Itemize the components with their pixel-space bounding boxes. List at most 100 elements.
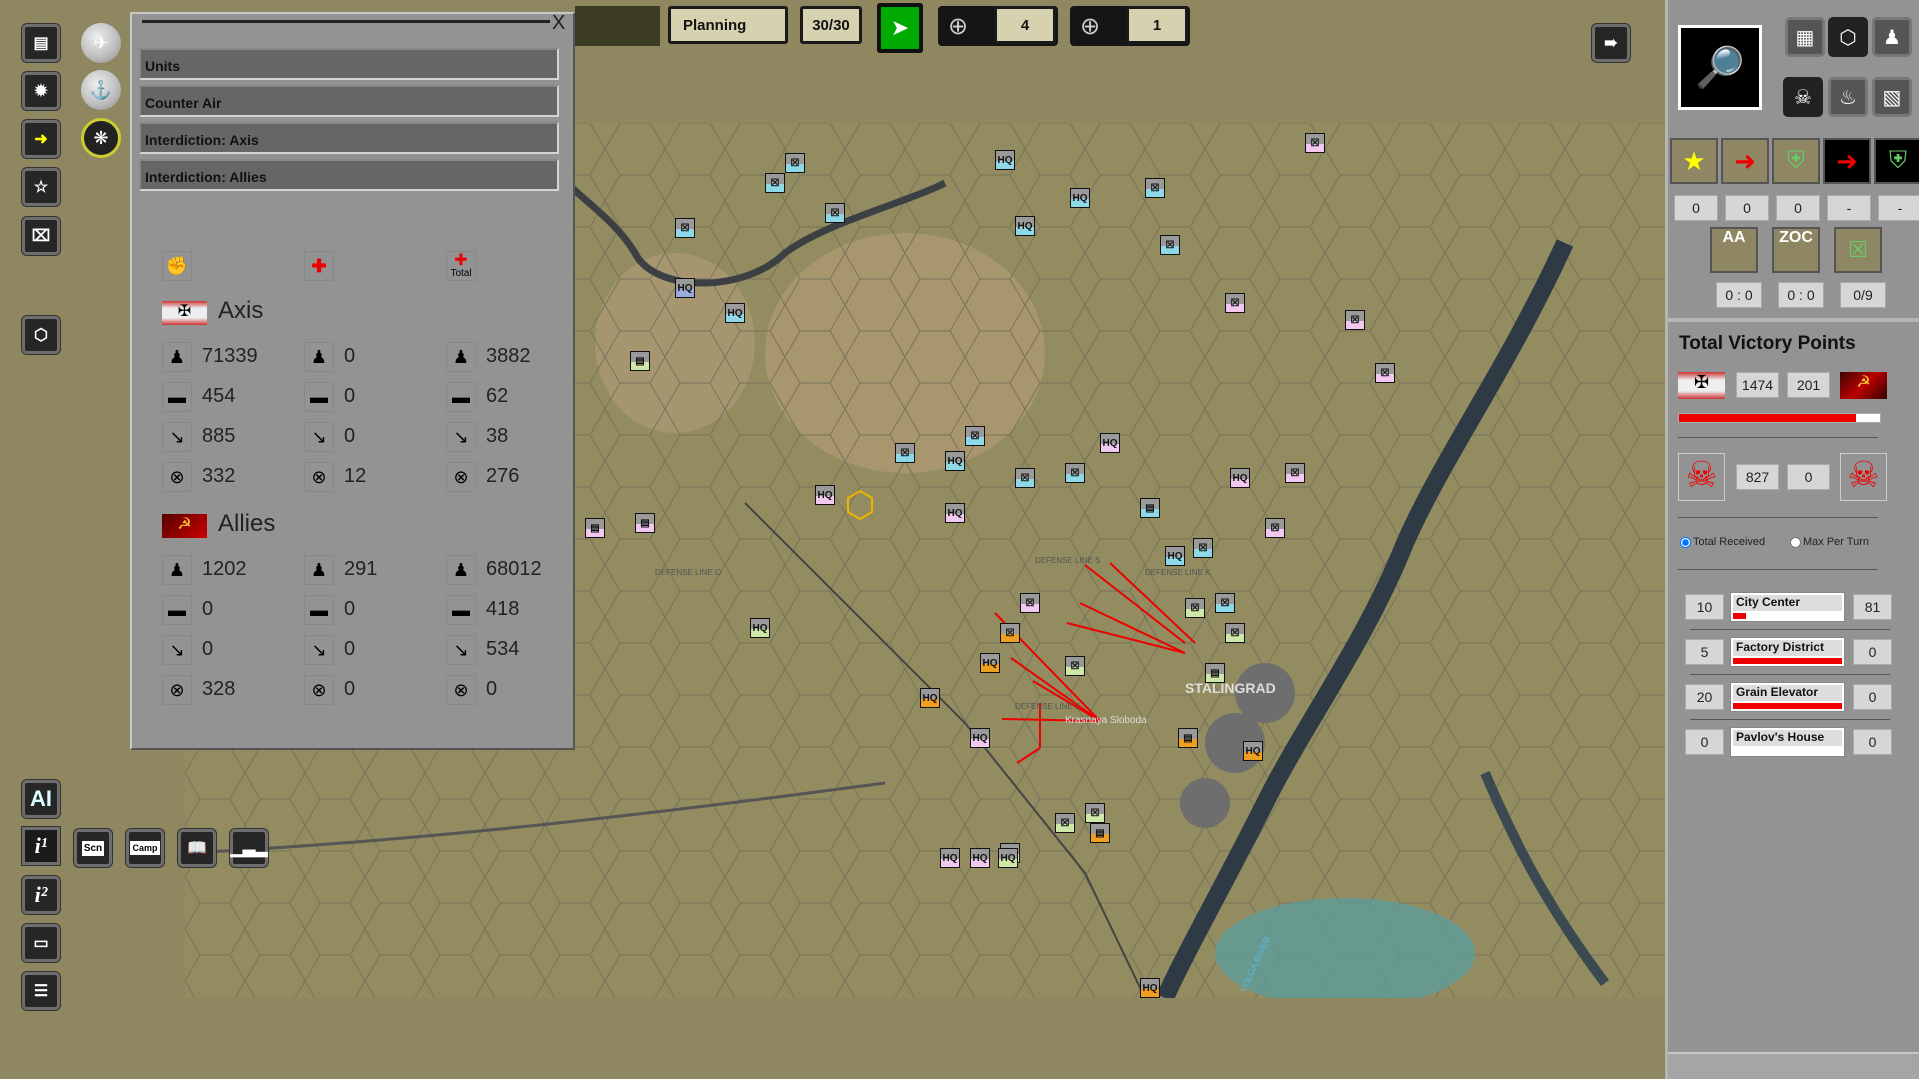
move-button[interactable]: ➜ xyxy=(22,120,60,158)
unit-counter[interactable]: HQ xyxy=(980,653,1000,673)
end-turn-button[interactable]: ➤ xyxy=(877,3,923,53)
unit-counter[interactable]: ▤ xyxy=(630,351,650,371)
unit-counter[interactable]: HQ xyxy=(995,150,1015,170)
menu-interdiction-axis[interactable]: Interdiction: Axis xyxy=(139,122,559,154)
unit-counter[interactable]: HQ xyxy=(1230,468,1250,488)
unit-counter[interactable]: ☒ xyxy=(1375,363,1395,383)
unit-counter[interactable]: ▤ xyxy=(635,513,655,533)
city-label: STALINGRAD xyxy=(1185,680,1276,696)
unit-counter[interactable]: ☒ xyxy=(1265,518,1285,538)
unit-counter[interactable]: HQ xyxy=(1070,188,1090,208)
statistics-button[interactable]: ▁▃▂ xyxy=(230,829,268,867)
unit-counter[interactable]: HQ xyxy=(725,303,745,323)
manual-button[interactable]: 📖 xyxy=(178,829,216,867)
air-attack-button[interactable]: ➜ xyxy=(1823,138,1871,184)
unit-counter[interactable]: ☒ xyxy=(965,426,985,446)
unit-counter[interactable]: ☒ xyxy=(1145,178,1165,198)
unit-counter[interactable]: HQ xyxy=(1140,978,1160,998)
unit-counter[interactable]: HQ xyxy=(1100,433,1120,453)
report-button[interactable]: ▤ xyxy=(22,24,60,62)
unit-counter[interactable]: HQ xyxy=(1243,741,1263,761)
unit-counter[interactable]: HQ xyxy=(815,485,835,505)
unit-counter[interactable]: ☒ xyxy=(825,203,845,223)
unit-counter[interactable]: ☒ xyxy=(1225,293,1245,313)
units-defend-button[interactable]: ⛨ xyxy=(1772,138,1820,184)
unit-counter[interactable]: HQ xyxy=(970,848,990,868)
menu-units[interactable]: Units xyxy=(139,48,559,80)
unit-counter[interactable]: HQ xyxy=(1165,546,1185,566)
objective-item[interactable]: City Center xyxy=(1731,593,1844,621)
unit-counter[interactable]: HQ xyxy=(750,618,770,638)
hex-info-button[interactable]: ⬡ xyxy=(22,316,60,354)
scenario-button[interactable]: Scn xyxy=(74,829,112,867)
stat-value: 454 xyxy=(202,385,236,407)
map-button[interactable]: ▦ xyxy=(1785,17,1825,57)
ai-button[interactable]: AI xyxy=(22,780,60,818)
unit-counter[interactable]: ☒ xyxy=(675,218,695,238)
unit-counter[interactable]: ☒ xyxy=(1085,803,1105,823)
star-button[interactable]: ☆ xyxy=(22,168,60,206)
unit-counter[interactable]: ☒ xyxy=(1055,813,1075,833)
radio-total-received[interactable]: Total Received xyxy=(1680,536,1765,548)
unit-counter[interactable]: ☒ xyxy=(1215,593,1235,613)
info2-button[interactable]: i² xyxy=(22,876,60,914)
unit-counter[interactable]: ▤ xyxy=(585,518,605,538)
unit-counter[interactable]: ☒ xyxy=(1305,133,1325,153)
air-mode-button[interactable]: ✈ xyxy=(81,23,121,63)
objective-item[interactable]: Factory District xyxy=(1731,638,1844,666)
unit-counter[interactable]: ▤ xyxy=(1178,728,1198,748)
unit-counter[interactable]: ☒ xyxy=(1193,538,1213,558)
soldier-button[interactable]: ♟ xyxy=(1872,17,1912,57)
unit-counter[interactable]: ☒ xyxy=(1065,656,1085,676)
combat-button[interactable]: ✹ xyxy=(22,72,60,110)
unit-counter[interactable]: ☒ xyxy=(1345,310,1365,330)
unit-counter[interactable]: HQ xyxy=(945,451,965,471)
objective-item[interactable]: Grain Elevator xyxy=(1731,683,1844,711)
unit-counter[interactable]: HQ xyxy=(1015,216,1035,236)
naval-mode-button[interactable]: ⚓ xyxy=(81,70,121,110)
unit-counter[interactable]: ▤ xyxy=(1090,823,1110,843)
unit-counter[interactable]: ☒ xyxy=(1020,593,1040,613)
settings-button[interactable]: ☰ xyxy=(22,972,60,1010)
unit-counter[interactable]: ☒ xyxy=(1015,468,1035,488)
unit-counter[interactable]: HQ xyxy=(970,728,990,748)
unit-counter[interactable]: ▤ xyxy=(1205,663,1225,683)
campaign-button[interactable]: Camp xyxy=(126,829,164,867)
unit-counter[interactable]: HQ xyxy=(675,278,695,298)
unit-counter[interactable]: HQ xyxy=(998,848,1018,868)
menu-counter-air[interactable]: Counter Air xyxy=(139,85,559,117)
stack-button[interactable]: ☒ xyxy=(1834,227,1882,273)
menu-interdiction-allies[interactable]: Interdiction: Allies xyxy=(139,159,559,191)
unit-counter[interactable]: HQ xyxy=(940,848,960,868)
fortification-button[interactable]: ▧ xyxy=(1872,77,1912,117)
losses-button[interactable]: ☠ xyxy=(1783,77,1823,117)
unit-counter[interactable]: ☒ xyxy=(785,153,805,173)
zoc-button[interactable]: ZOC xyxy=(1772,227,1820,273)
unit-counter[interactable]: ☒ xyxy=(1185,598,1205,618)
close-button[interactable]: X xyxy=(552,12,565,35)
air-defend-button[interactable]: ⛨ xyxy=(1874,138,1919,184)
unit-counter[interactable]: HQ xyxy=(920,688,940,708)
radio-max-per-turn[interactable]: Max Per Turn xyxy=(1790,536,1869,548)
unit-counter[interactable]: ☒ xyxy=(1285,463,1305,483)
anti-air-button[interactable]: AA xyxy=(1710,227,1758,273)
unit-counter[interactable]: ▤ xyxy=(1140,498,1160,518)
hex-grid-button[interactable]: ⬡ xyxy=(1828,17,1868,57)
objective-item[interactable]: Pavlov's House xyxy=(1731,728,1844,756)
exit-button[interactable]: ➠ xyxy=(1592,24,1630,62)
radio-mode-button[interactable]: ❋ xyxy=(81,118,121,158)
info1-button[interactable]: i¹ xyxy=(22,827,60,865)
unit-counter[interactable]: ☒ xyxy=(1160,235,1180,255)
air-crosshair-icon: ⊕ xyxy=(948,13,969,40)
units-ready-button[interactable]: ★ xyxy=(1670,138,1718,184)
units-attack-button[interactable]: ➜ xyxy=(1721,138,1769,184)
unit-counter[interactable]: HQ xyxy=(945,503,965,523)
unit-counter[interactable]: ☒ xyxy=(1000,623,1020,643)
unit-counter[interactable]: ☒ xyxy=(895,443,915,463)
unit-counter[interactable]: ☒ xyxy=(765,173,785,193)
supply-button[interactable]: ♨ xyxy=(1828,77,1868,117)
unit-counter[interactable]: ☒ xyxy=(1065,463,1085,483)
display-button[interactable]: ▭ xyxy=(22,924,60,962)
units-button[interactable]: ⌧ xyxy=(22,217,60,255)
unit-counter[interactable]: ☒ xyxy=(1225,623,1245,643)
